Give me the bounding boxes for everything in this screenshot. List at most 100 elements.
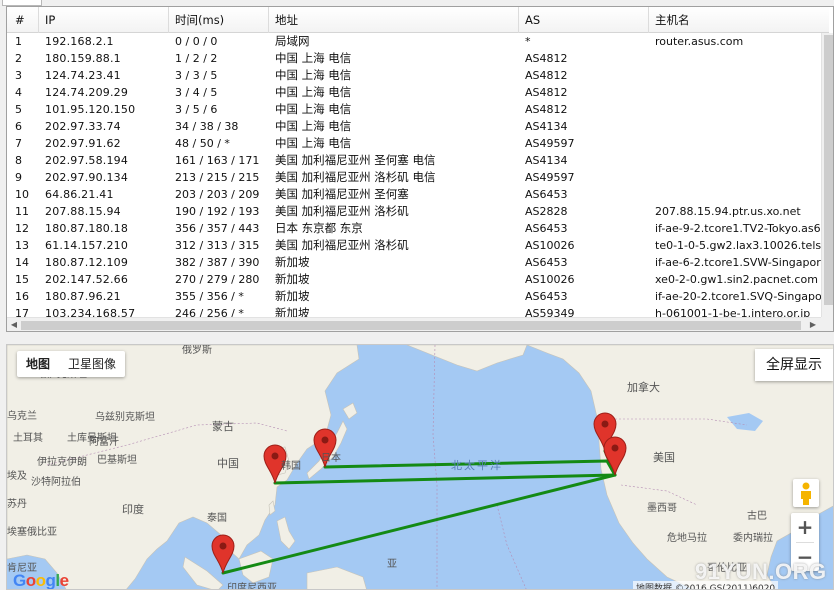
marker-singapore-icon[interactable] — [211, 534, 235, 574]
table-row[interactable]: 5 101.95.120.150 3 / 5 / 6 中国 上海 电信 AS4812 — [7, 101, 829, 118]
cell-ip: 61.14.157.210 — [45, 239, 129, 252]
cell-host — [649, 186, 829, 203]
landmass-north-america — [526, 345, 833, 589]
column-header-as[interactable]: AS — [519, 7, 649, 33]
marker-tokyo-dot — [321, 436, 329, 444]
table-row[interactable]: 7 202.97.91.62 48 / 50 / * 中国 上海 电信 AS49597 — [7, 135, 829, 152]
column-header-location[interactable]: 地址 — [269, 7, 519, 33]
cell-ip: 124.74.23.41 — [45, 69, 121, 82]
table-row[interactable]: 12 180.87.180.18 356 / 357 / 443 日本 东京都 东京 A… — [7, 220, 829, 237]
marker-los-angeles-dot — [611, 444, 619, 452]
table-row[interactable]: 15 202.147.52.66 270 / 279 / 280 新加坡 AS10026… — [7, 271, 829, 288]
cell-num: 5 — [15, 103, 22, 116]
table-row[interactable]: 1 192.168.2.1 0 / 0 / 0 局域网 * router.asus.com — [7, 33, 829, 50]
horizontal-scrollbar[interactable]: ◀ ▶ — [7, 317, 821, 331]
map-type-map-button[interactable]: 地图 — [17, 351, 59, 377]
cell-num: 2 — [15, 52, 22, 65]
table-row[interactable]: 4 124.74.209.29 3 / 4 / 5 中国 上海 电信 AS4812 — [7, 84, 829, 101]
horizontal-scroll-thumb[interactable] — [21, 321, 801, 330]
scroll-right-arrow-icon[interactable]: ▶ — [807, 319, 819, 331]
cell-time: 0 / 0 / 0 — [175, 35, 218, 48]
cell-host: if-ae-20-2.tcore1.SVQ-Singapore — [655, 290, 829, 303]
cell-ip: 180.87.96.21 — [45, 290, 121, 303]
map-type-satellite-button[interactable]: 卫星图像 — [59, 351, 125, 377]
table-row[interactable]: 10 64.86.21.41 203 / 203 / 209 美国 加利福尼亚州 圣何… — [7, 186, 829, 203]
cell-num: 15 — [15, 273, 29, 286]
table-header: # IP 时间(ms) 地址 AS 主机名 — [7, 7, 829, 33]
table-row[interactable]: 9 202.97.90.134 213 / 215 / 215 美国 加利福尼亚州 洛… — [7, 169, 829, 186]
cell-host: 207.88.15.94.ptr.us.xo.net — [655, 205, 801, 218]
route-shanghai-la — [273, 473, 617, 485]
cell-as: AS10026 — [525, 239, 575, 252]
cell-ip: 64.86.21.41 — [45, 188, 114, 201]
scroll-left-arrow-icon[interactable]: ◀ — [8, 319, 20, 331]
cell-as: AS4134 — [525, 120, 568, 133]
cell-location: 美国 加利福尼亚州 洛杉矶 — [275, 238, 409, 252]
column-header-ip[interactable]: IP — [39, 7, 169, 33]
cell-as: AS49597 — [525, 171, 575, 184]
landmass-hokkaido — [342, 402, 358, 420]
cell-host — [649, 135, 829, 152]
cell-time: 213 / 215 / 215 — [175, 171, 260, 184]
cell-time: 161 / 163 / 171 — [175, 154, 260, 167]
cell-as: AS59349 — [525, 307, 575, 317]
fullscreen-button[interactable]: 全屏显示 — [755, 349, 833, 381]
cell-time: 382 / 387 / 390 — [175, 256, 260, 269]
cell-as: AS10026 — [525, 273, 575, 286]
marker-san-jose-dot — [601, 420, 609, 428]
table-row[interactable]: 11 207.88.15.94 190 / 192 / 193 美国 加利福尼亚州 洛… — [7, 203, 829, 220]
table-row[interactable]: 14 180.87.12.109 382 / 387 / 390 新加坡 AS6453 i… — [7, 254, 829, 271]
scroll-corner — [821, 317, 833, 331]
route-map[interactable]: 俄罗斯 哈萨克斯坦 蒙古 中国 韩国 日本 北太平洋 加拿大 美国 墨西哥 泰国… — [6, 344, 834, 590]
map-label-ukraine: 乌克兰 — [7, 409, 37, 422]
cell-as: AS6453 — [525, 256, 568, 269]
cell-host: if-ae-6-2.tcore1.SVW-Singapore. — [655, 256, 829, 269]
pegman-icon[interactable] — [793, 479, 819, 507]
column-header-num[interactable]: # — [9, 7, 39, 33]
cell-location: 局域网 — [275, 34, 310, 48]
cell-location: 中国 上海 电信 — [275, 102, 352, 116]
cell-time: 356 / 357 / 443 — [175, 222, 260, 235]
cell-as: AS4812 — [525, 103, 568, 116]
cell-num: 13 — [15, 239, 29, 252]
cell-as: AS4812 — [525, 86, 568, 99]
cell-ip: 202.97.58.194 — [45, 154, 129, 167]
landmass-newguinea — [306, 566, 367, 589]
map-label-india: 印度 — [122, 502, 144, 516]
landmass-alaska — [406, 345, 528, 372]
cell-as: AS6453 — [525, 188, 568, 201]
table-row[interactable]: 13 61.14.157.210 312 / 313 / 315 美国 加利福尼亚州 … — [7, 237, 829, 254]
map-label-iraq: 伊拉克 — [37, 455, 67, 468]
map-label-papua: 亚 — [387, 559, 397, 570]
table-row[interactable]: 2 180.159.88.1 1 / 2 / 2 中国 上海 电信 AS4812 — [7, 50, 829, 67]
cell-time: 34 / 38 / 38 — [175, 120, 239, 133]
cell-as: AS6453 — [525, 222, 568, 235]
map-label-japan: 日本 — [321, 451, 341, 464]
table-row[interactable]: 3 124.74.23.41 3 / 3 / 5 中国 上海 电信 AS4812 — [7, 67, 829, 84]
column-header-host[interactable]: 主机名 — [649, 7, 829, 33]
zoom-in-button[interactable]: + — [791, 513, 819, 542]
table-row[interactable]: 16 180.87.96.21 355 / 356 / * 新加坡 AS6453 if-a… — [7, 288, 829, 305]
vertical-scroll-thumb[interactable] — [824, 35, 833, 305]
table-body: 1 192.168.2.1 0 / 0 / 0 局域网 * router.asus.com… — [7, 33, 829, 317]
cell-ip: 202.97.91.62 — [45, 137, 121, 150]
cell-num: 4 — [15, 86, 22, 99]
vertical-scrollbar[interactable] — [821, 33, 833, 317]
cell-location: 中国 上海 电信 — [275, 85, 352, 99]
table-row[interactable]: 6 202.97.33.74 34 / 38 / 38 中国 上海 电信 AS4134 — [7, 118, 829, 135]
cell-host — [649, 118, 829, 135]
table-row[interactable]: 17 103.234.168.57 246 / 256 / * 新加坡 AS59349 h… — [7, 305, 829, 317]
cell-host — [649, 84, 829, 101]
map-label-china: 中国 — [217, 457, 239, 470]
map-label-korea: 韩国 — [281, 459, 301, 472]
column-header-time[interactable]: 时间(ms) — [169, 7, 269, 33]
cell-host — [649, 169, 829, 186]
map-label-ethiopia: 埃塞俄比亚 — [7, 525, 57, 538]
cell-ip: 124.74.209.29 — [45, 86, 129, 99]
map-label-venezuela: 委内瑞拉 — [733, 531, 773, 544]
table-row[interactable]: 8 202.97.58.194 161 / 163 / 171 美国 加利福尼亚州 圣… — [7, 152, 829, 169]
google-logo[interactable]: Google — [13, 571, 69, 589]
cell-host: router.asus.com — [655, 35, 744, 48]
map-label-iran: 伊朗 — [67, 456, 87, 468]
cell-location: 新加坡 — [275, 272, 310, 286]
